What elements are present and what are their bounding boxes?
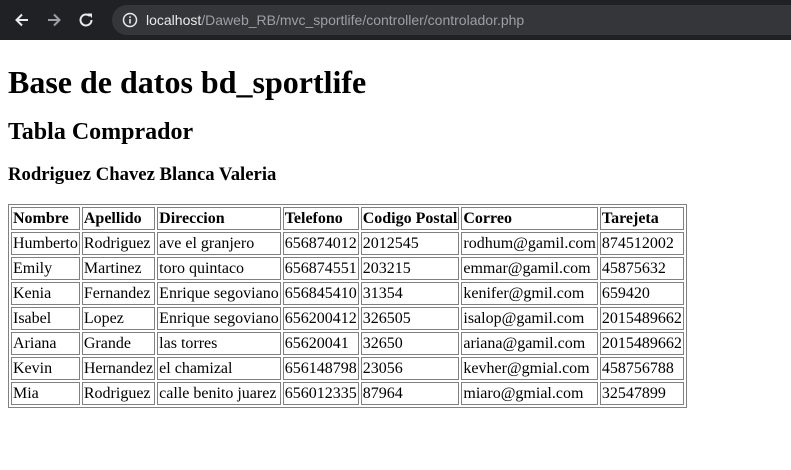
table-cell: Emily [11,257,80,280]
table-cell: 656845410 [282,282,359,305]
table-cell: 31354 [360,282,460,305]
buyers-table: Nombre Apellido Direccion Telefono Codig… [8,204,687,408]
table-cell: 874512002 [599,232,684,255]
table-cell: el chamizal [157,357,281,380]
table-cell: miaro@gmial.com [461,382,598,405]
table-cell: las torres [157,332,281,355]
table-cell: rodhum@gamil.com [461,232,598,255]
table-cell: Fernandez [81,282,156,305]
page-subtitle: Tabla Comprador [8,119,194,145]
table-cell: Lopez [81,307,156,330]
table-cell: 32547899 [599,382,684,405]
table-cell: kenifer@gmil.com [461,282,598,305]
table-cell: 656874012 [282,232,359,255]
back-button[interactable] [8,6,36,34]
table-cell: Martinez [81,257,156,280]
table-cell: 32650 [360,332,460,355]
table-cell: 656874551 [282,257,359,280]
table-cell: 87964 [360,382,460,405]
info-icon[interactable] [122,12,138,28]
table-cell: Rodriguez [81,382,156,405]
column-header: Apellido [81,207,156,230]
table-cell: emmar@gamil.com [461,257,598,280]
table-cell: 2015489662 [599,307,684,330]
table-row: Kevin Hernandez el chamizal 656148798 23… [11,357,684,380]
table-row: Isabel Lopez Enrique segoviano 656200412… [11,307,684,330]
table-cell: 203215 [360,257,460,280]
table-row: Kenia Fernandez Enrique segoviano 656845… [11,282,684,305]
forward-button[interactable] [40,6,68,34]
column-header: Codigo Postal [360,207,460,230]
table-cell: Mia [11,382,80,405]
reload-button[interactable] [72,6,100,34]
url-path: /Daweb_RB/mvc_sportlife/controller/contr… [201,12,525,28]
browser-toolbar: localhost/Daweb_RB/mvc_sportlife/control… [0,0,791,40]
table-cell: ave el granjero [157,232,281,255]
author-name: Rodriguez Chavez Blanca Valeria [8,164,277,185]
table-cell: 326505 [360,307,460,330]
forward-arrow-icon [48,13,61,27]
table-cell: 45875632 [599,257,684,280]
table-cell: calle benito juarez [157,382,281,405]
column-header: Nombre [11,207,80,230]
address-bar[interactable]: localhost/Daweb_RB/mvc_sportlife/control… [112,5,791,35]
table-cell: ariana@gamil.com [461,332,598,355]
table-header-row: Nombre Apellido Direccion Telefono Codig… [11,207,684,230]
table-cell: Humberto [11,232,80,255]
table-cell: Rodriguez [81,232,156,255]
table-cell: Enrique segoviano [157,307,281,330]
back-arrow-icon [15,13,28,27]
table-cell: 458756788 [599,357,684,380]
column-header: Correo [461,207,598,230]
column-header: Direccion [157,207,281,230]
page-content: Base de datos bd_sportlife Tabla Comprad… [0,64,791,408]
table-cell: 656200412 [282,307,359,330]
table-cell: 656148798 [282,357,359,380]
table-cell: 2015489662 [599,332,684,355]
url-host: localhost [146,12,202,28]
reload-icon [79,13,93,27]
table-row: Ariana Grande las torres 65620041 32650 … [11,332,684,355]
table-cell: Hernandez [81,357,156,380]
table-row: Mia Rodriguez calle benito juarez 656012… [11,382,684,405]
table-cell: 656012335 [282,382,359,405]
table-cell: Ariana [11,332,80,355]
table-cell: 65620041 [282,332,359,355]
column-header: Tarejeta [599,207,684,230]
column-header: Telefono [282,207,359,230]
table-cell: 23056 [360,357,460,380]
table-cell: 659420 [599,282,684,305]
table-row: Emily Martinez toro quintaco 656874551 2… [11,257,684,280]
table-cell: 2012545 [360,232,460,255]
table-row: Humberto Rodriguez ave el granjero 65687… [11,232,684,255]
table-cell: Kenia [11,282,80,305]
table-cell: Grande [81,332,156,355]
table-cell: Kevin [11,357,80,380]
table-cell: toro quintaco [157,257,281,280]
page-title: Base de datos bd_sportlife [8,64,367,100]
table-cell: kevher@gmial.com [461,357,598,380]
table-cell: isalop@gamil.com [461,307,598,330]
table-cell: Isabel [11,307,80,330]
table-cell: Enrique segoviano [157,282,281,305]
